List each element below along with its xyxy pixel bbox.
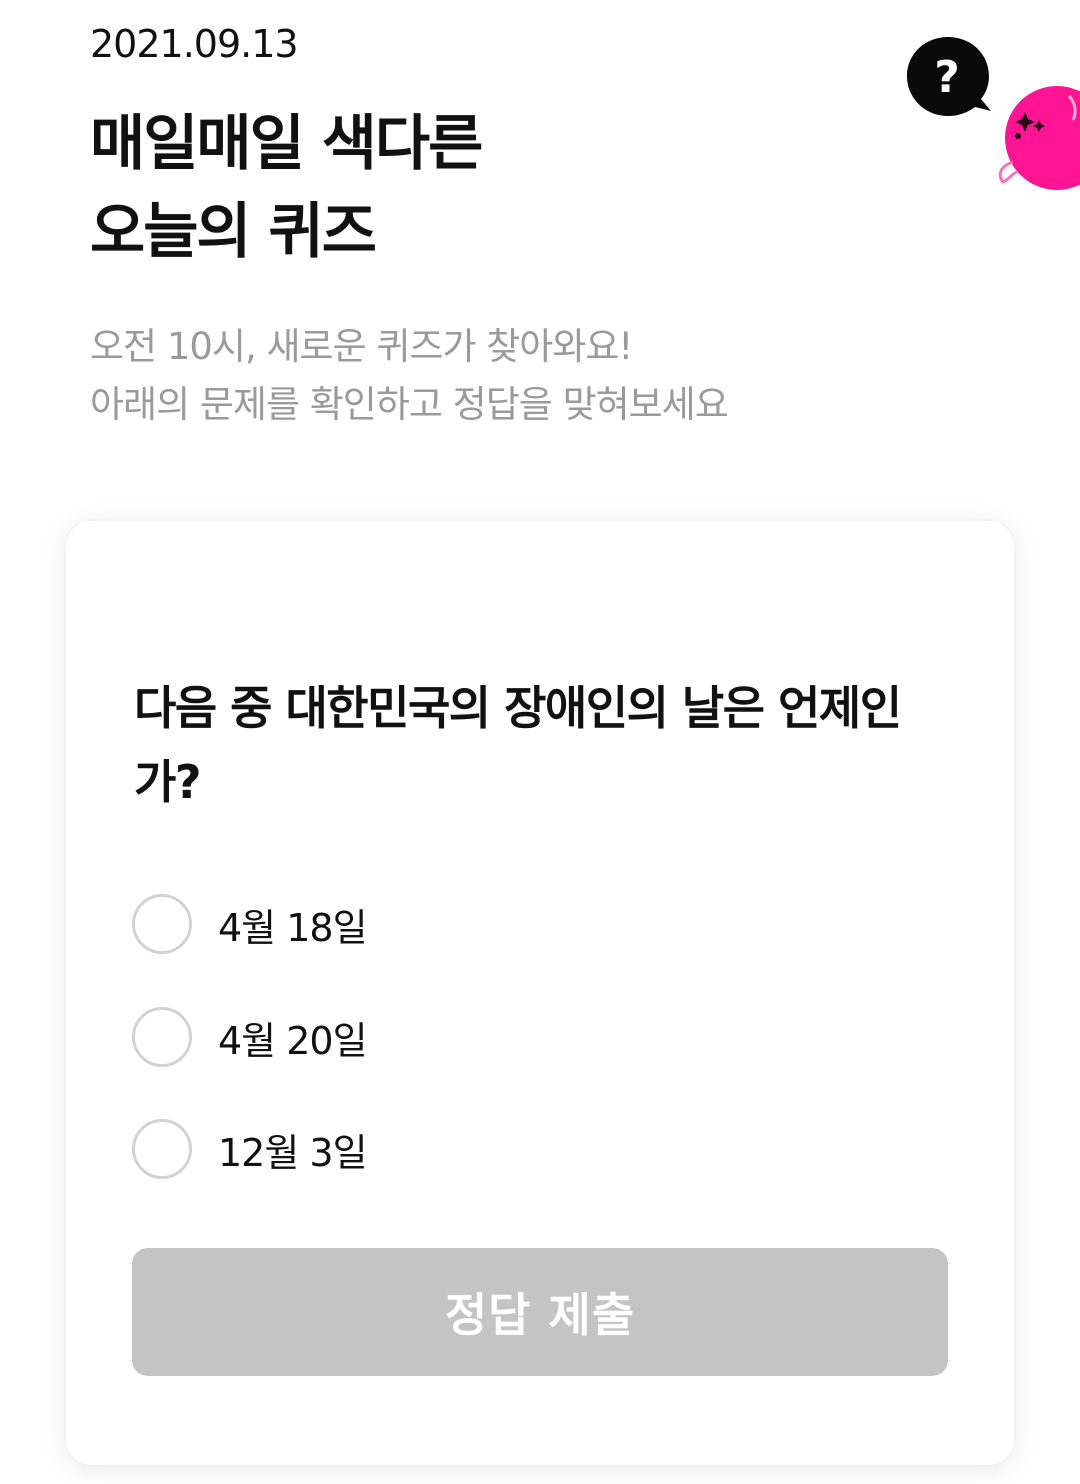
answer-option-2[interactable]: 4월 20일 — [132, 1004, 368, 1070]
page-title-line-1: 매일매일 색다른 — [90, 109, 483, 179]
quiz-card: 다음 중 대한민국의 장애인의 날은 언제인가? 4월 18일 4월 20일 1… — [66, 521, 1014, 1465]
page-subtitle: 오전 10시, 새로운 퀴즈가 찾아와요! 아래의 문제를 확인하고 정답을 맞… — [90, 318, 729, 434]
radio-button[interactable] — [132, 1119, 192, 1179]
page-title: 매일매일 색다른 오늘의 퀴즈 — [90, 100, 483, 276]
page-subtitle-line-2: 아래의 문제를 확인하고 정답을 맞혀보세요 — [90, 383, 729, 426]
question-mark-glyph: ? — [934, 52, 960, 103]
quiz-page: 2021.09.13 매일매일 색다른 오늘의 퀴즈 오전 10시, 새로운 퀴… — [0, 0, 1080, 1484]
radio-button[interactable] — [132, 894, 192, 954]
answer-option-1[interactable]: 4월 18일 — [132, 891, 368, 957]
answer-option-label: 4월 18일 — [218, 905, 368, 950]
submit-answer-button[interactable]: 정답 제출 — [132, 1248, 948, 1376]
quiz-date: 2021.09.13 — [90, 22, 299, 66]
question-bubble-icon: ? — [907, 37, 991, 116]
quiz-question: 다음 중 대한민국의 장애인의 날은 언제인가? — [134, 681, 902, 809]
answer-option-label: 12월 3일 — [218, 1130, 368, 1175]
page-title-line-2: 오늘의 퀴즈 — [90, 197, 377, 267]
pink-mascot-icon — [998, 86, 1080, 190]
radio-button[interactable] — [132, 1007, 192, 1067]
answer-option-3[interactable]: 12월 3일 — [132, 1116, 368, 1182]
page-subtitle-line-1: 오전 10시, 새로운 퀴즈가 찾아와요! — [90, 325, 633, 368]
answer-option-label: 4월 20일 — [218, 1018, 368, 1063]
